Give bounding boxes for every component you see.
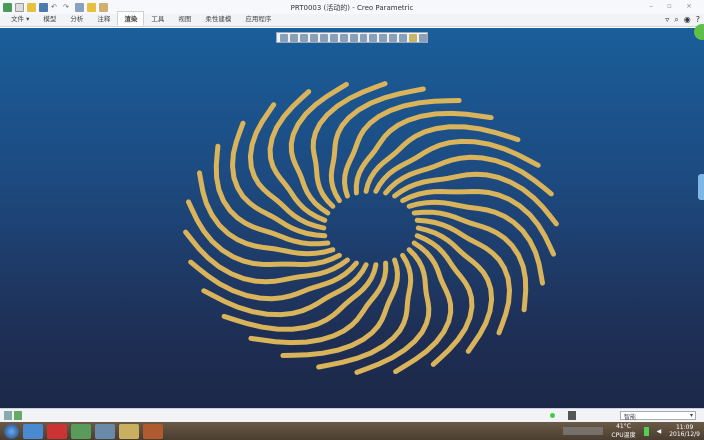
view-tool-2-icon[interactable] <box>299 33 308 42</box>
view-tool-6-icon[interactable] <box>339 33 348 42</box>
temp-value: 41°C <box>616 423 631 430</box>
view-tool-9-icon[interactable] <box>369 33 378 42</box>
graphics-viewport[interactable] <box>0 24 704 408</box>
view-tool-12-icon[interactable] <box>399 33 408 42</box>
3d-model <box>183 81 559 375</box>
tab-7[interactable]: 柔性建模 <box>198 11 238 26</box>
taskbar-app-2[interactable] <box>47 423 67 439</box>
green-expand-button[interactable] <box>694 24 704 40</box>
view-tool-5-icon[interactable] <box>329 33 338 42</box>
taskbar-app-1[interactable] <box>23 423 43 439</box>
ribbon-tabs: 文件 ▾ 模型 分析 注释 渲染 工具 视图 柔性建模 应用程序 <box>0 11 704 27</box>
tab-0[interactable]: 文件 ▾ <box>4 11 36 26</box>
taskbar-app-4[interactable] <box>95 423 115 439</box>
volume-icon[interactable]: ◀ <box>657 428 662 435</box>
cpu-temp: 41°C CPU温度 <box>611 423 635 439</box>
collapse-icon[interactable]: ▿ <box>665 15 669 25</box>
taskbar-creo[interactable] <box>143 423 163 439</box>
view-tool-10-icon[interactable] <box>379 33 388 42</box>
temp-label: CPU温度 <box>611 432 636 439</box>
clock[interactable]: 11:09 2016/12/9 <box>669 424 700 438</box>
view-tool-1-icon[interactable] <box>289 33 298 42</box>
system-tray: 41°C CPU温度 ◀ 11:09 2016/12/9 <box>563 423 700 439</box>
find-icon[interactable] <box>568 411 576 420</box>
tray-icons[interactable] <box>563 427 604 435</box>
taskbar-app-3[interactable] <box>71 423 91 439</box>
navigator-icon[interactable] <box>4 411 12 420</box>
view-toolbar <box>276 32 428 43</box>
taskbar: 41°C CPU温度 ◀ 11:09 2016/12/9 <box>0 422 704 440</box>
tab-2[interactable]: 分析 <box>63 11 90 26</box>
view-tool-4-icon[interactable] <box>319 33 328 42</box>
tab-5[interactable]: 工具 <box>144 11 171 26</box>
filter-value: 智能 <box>624 414 637 421</box>
time: 11:09 <box>675 424 694 431</box>
side-panel-handle[interactable] <box>698 174 704 200</box>
ribbon-right-icons: ▿ ⌕ ◉ ? <box>665 15 700 25</box>
tab-4[interactable]: 渲染 <box>117 11 145 26</box>
tab-3[interactable]: 注释 <box>90 11 117 26</box>
tab-1[interactable]: 模型 <box>36 11 63 26</box>
regen-status-icon <box>550 413 555 418</box>
view-tool-14-icon[interactable] <box>419 33 428 42</box>
globe-icon[interactable]: ◉ <box>684 15 691 25</box>
status-bar: 智能 ▾ <box>0 408 704 422</box>
tab-6[interactable]: 视图 <box>171 11 198 26</box>
chevron-down-icon: ▾ <box>689 412 693 419</box>
window-controls[interactable]: – ▫ × <box>649 2 698 10</box>
start-button[interactable] <box>4 423 19 439</box>
view-tool-8-icon[interactable] <box>359 33 368 42</box>
view-tool-0-icon[interactable] <box>280 33 288 42</box>
search-icon[interactable]: ⌕ <box>674 15 678 25</box>
date: 2016/12/9 <box>669 431 700 438</box>
view-tool-7-icon[interactable] <box>349 33 358 42</box>
view-tool-11-icon[interactable] <box>389 33 398 42</box>
view-tool-3-icon[interactable] <box>309 33 318 42</box>
browser-icon[interactable] <box>14 411 22 420</box>
selection-filter[interactable]: 智能 ▾ <box>620 411 696 421</box>
battery-icon[interactable] <box>643 426 649 436</box>
taskbar-app-5[interactable] <box>119 423 139 439</box>
tab-8[interactable]: 应用程序 <box>238 11 278 26</box>
view-tool-13-icon[interactable] <box>409 33 418 42</box>
